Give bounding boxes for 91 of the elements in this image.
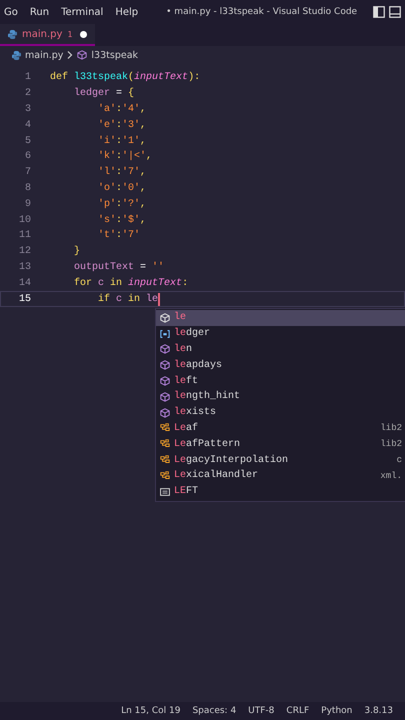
code-line: 'k':'|<', [97, 151, 152, 162]
suggestion-label: LexicalHandler [174, 470, 258, 482]
suggestion-item[interactable]: lexists [156, 404, 405, 421]
suggestion-label: ledger [174, 328, 210, 340]
suggestion-detail: xml. [380, 470, 402, 481]
code-line: 's':'$', [97, 214, 146, 226]
cube-icon [160, 344, 170, 354]
line-number: 10 [18, 214, 31, 226]
suggestion-item[interactable]: len [156, 342, 405, 358]
suggestion-item[interactable]: Leaf lib2 [156, 420, 405, 436]
suggestion-item[interactable]: ledger [156, 326, 405, 342]
suggestion-label: length_hint [174, 391, 240, 402]
variable-icon [160, 328, 170, 339]
cube-icon [160, 392, 170, 402]
status-item[interactable]: Spaces: 4 [192, 706, 236, 716]
line-number: 13 [18, 262, 31, 273]
class-icon [160, 470, 170, 481]
code-line: 't':'7' [97, 230, 140, 242]
suggestion-label: leapdays [174, 360, 222, 371]
suggestion-item[interactable]: LegacyInterpolation c [156, 452, 405, 468]
cube-icon [160, 408, 170, 418]
class-icon [160, 455, 170, 466]
panel-toggle-icon[interactable] [389, 6, 401, 18]
code-line: 'o':'0', [97, 182, 146, 194]
line-number: 4 [24, 120, 31, 131]
menu-item[interactable]: Help [115, 6, 146, 18]
suggestion-label: Leaf [174, 422, 198, 434]
menu-item[interactable]: Run [30, 6, 58, 18]
code-line: outputText = '' [73, 262, 164, 273]
sidebar-toggle-icon[interactable] [373, 6, 385, 18]
class-icon [160, 439, 170, 450]
code-line: } [73, 246, 80, 258]
status-item[interactable]: UTF-8 [248, 706, 274, 716]
line-number: 15 [18, 294, 31, 305]
status-item[interactable]: Python [321, 706, 352, 716]
suggestion-item[interactable]: LexicalHandler xml. [156, 468, 405, 484]
window-title: • main.py - l33tspeak - Visual Studio Code [166, 7, 358, 17]
suggestion-label: LegacyInterpolation [174, 454, 288, 466]
cube-icon [160, 376, 170, 386]
editor-tab[interactable]: main.py 1 [0, 24, 95, 46]
suggestion-label: lexists [174, 407, 216, 418]
menu-item[interactable]: Terminal [61, 6, 112, 18]
line-number: 6 [24, 151, 31, 162]
line-number: 5 [24, 136, 31, 147]
code-line: 'e':'3', [97, 120, 146, 131]
suggestion-item[interactable]: LEFT [156, 484, 405, 500]
code-line: 'l':'7', [97, 167, 146, 178]
status-item[interactable]: 3.8.13 [364, 706, 393, 716]
code-line: ledger = { [73, 88, 134, 100]
line-number: 3 [24, 104, 31, 115]
python-icon [12, 50, 21, 60]
cube-icon [160, 360, 170, 370]
constant-icon [160, 486, 170, 497]
line-number: 14 [18, 278, 31, 289]
line-number: 11 [18, 230, 31, 242]
suggestion-label: LEFT [174, 486, 198, 498]
chevron-icon [67, 51, 74, 59]
code-line: 'i':'1', [97, 136, 146, 147]
suggestion-detail: lib2 [380, 439, 402, 450]
suggestion-label: le [174, 312, 186, 324]
line-number: 9 [24, 198, 31, 210]
code-line: 'p':'?', [97, 198, 146, 210]
cube-icon [160, 312, 170, 323]
problem-count: 1 [67, 30, 73, 38]
suggestion-label: len [174, 344, 192, 355]
line-number: 12 [18, 246, 31, 258]
suggestion-detail: c [396, 455, 402, 466]
code-line: for c in inputText: [73, 278, 188, 289]
code-line: if c in le [97, 292, 160, 306]
breadcrumb-item[interactable]: l33tspeak [91, 50, 138, 60]
suggestion-item[interactable]: leapdays [156, 357, 405, 374]
cube-icon [77, 50, 88, 60]
suggestion-item[interactable]: length_hint [156, 388, 405, 405]
line-number: 7 [24, 167, 31, 178]
status-item[interactable]: CRLF [286, 706, 310, 716]
suggestion-label: left [174, 376, 198, 387]
line-number: 2 [24, 88, 31, 100]
class-icon [160, 423, 170, 434]
code-line: def l33tspeak(inputText): [50, 72, 200, 84]
status-item[interactable]: Ln 15, Col 19 [121, 706, 180, 716]
menu-item[interactable]: Go [4, 6, 26, 18]
breadcrumb-item[interactable]: main.py [25, 50, 64, 60]
python-icon [8, 30, 17, 38]
suggestion-item[interactable]: LeafPattern lib2 [156, 436, 405, 452]
code-line: 'a':'4', [97, 104, 146, 115]
suggestion-detail: lib2 [380, 423, 402, 434]
suggestion-label: LeafPattern [174, 438, 240, 450]
tab-label: main.py [22, 28, 62, 40]
line-number: 8 [24, 182, 31, 194]
line-number: 1 [24, 72, 31, 84]
suggestion-item[interactable]: left [156, 373, 405, 389]
